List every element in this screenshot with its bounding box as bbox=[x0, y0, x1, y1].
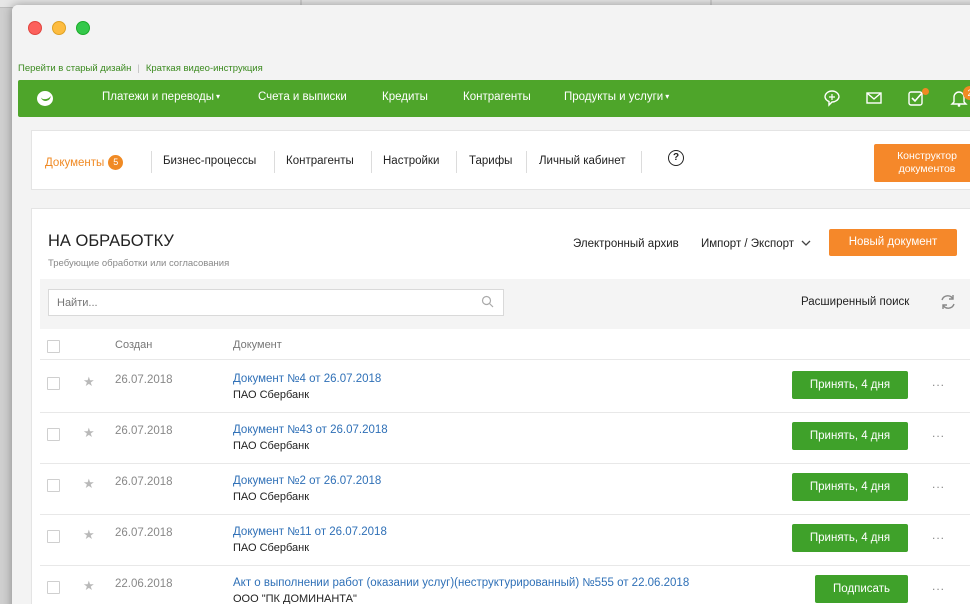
more-options-icon[interactable]: ... bbox=[932, 426, 945, 440]
chevron-down-icon: ▾ bbox=[215, 92, 220, 101]
more-options-icon[interactable]: ... bbox=[932, 579, 945, 593]
document-link[interactable]: Документ №11 от 26.07.2018 bbox=[233, 526, 387, 538]
old-design-link[interactable]: Перейти в старый дизайн bbox=[18, 63, 131, 74]
table-row[interactable]: ★ 26.07.2018 Документ №43 от 26.07.2018 … bbox=[32, 412, 970, 463]
browser-window: Перейти в старый дизайн | Краткая видео-ин… bbox=[12, 5, 970, 604]
main-navbar: Платежи и переводы ▾ Счета и выписки Кред… bbox=[18, 80, 970, 117]
nav-accounts[interactable]: Счета и выписки bbox=[258, 91, 347, 103]
header-divider bbox=[40, 359, 970, 360]
row-checkbox[interactable] bbox=[47, 530, 60, 543]
table-row[interactable]: ★ 22.06.2018 Акт о выполнении работ (ока… bbox=[32, 565, 970, 604]
tab-counterparties[interactable]: Контрагенты bbox=[286, 155, 354, 167]
import-export-label: Импорт / Экспорт bbox=[701, 238, 794, 250]
tab-documents-label: Документы bbox=[45, 157, 105, 169]
tab-tariffs[interactable]: Тарифы bbox=[469, 155, 512, 167]
accept-button[interactable]: Принять, 4 дня bbox=[792, 371, 908, 399]
table-row[interactable]: ★ 26.07.2018 Документ №4 от 26.07.2018 П… bbox=[32, 361, 970, 412]
star-icon[interactable]: ★ bbox=[83, 374, 95, 390]
row-organization: ПАО Сбербанк bbox=[233, 542, 310, 554]
accept-button[interactable]: Принять, 4 дня bbox=[792, 524, 908, 552]
sberbank-logo-icon[interactable] bbox=[37, 91, 53, 106]
mail-icon[interactable] bbox=[864, 88, 884, 108]
new-document-button[interactable]: Новый документ bbox=[829, 229, 957, 256]
table-row[interactable]: ★ 26.07.2018 Документ №11 от 26.07.2018 … bbox=[32, 514, 970, 565]
row-checkbox[interactable] bbox=[47, 428, 60, 441]
star-icon[interactable]: ★ bbox=[83, 578, 95, 594]
minimize-window-button[interactable] bbox=[52, 21, 66, 35]
chevron-down-icon: ▾ bbox=[665, 92, 670, 101]
chevron-down-icon bbox=[801, 240, 811, 246]
star-icon[interactable]: ★ bbox=[83, 476, 95, 492]
notifications-badge: 2 bbox=[963, 86, 970, 100]
document-constructor-button[interactable]: Конструктор документов bbox=[874, 144, 970, 182]
sign-button[interactable]: Подписать bbox=[815, 575, 908, 603]
nav-payments[interactable]: Платежи и переводы ▾ bbox=[102, 91, 220, 103]
accept-button[interactable]: Принять, 4 дня bbox=[792, 422, 908, 450]
tab-settings[interactable]: Настройки bbox=[383, 155, 439, 167]
row-date: 26.07.2018 bbox=[115, 476, 173, 488]
help-chat-icon[interactable] bbox=[822, 88, 842, 108]
select-all-checkbox[interactable] bbox=[47, 340, 60, 353]
more-options-icon[interactable]: ... bbox=[932, 528, 945, 542]
advanced-search-link[interactable]: Расширенный поиск bbox=[801, 296, 909, 308]
search-bar: Расширенный поиск bbox=[40, 279, 970, 329]
documents-tabs-bar: Документы 5 Бизнес-процессы Контрагенты Н… bbox=[31, 130, 970, 190]
row-organization: ПАО Сбербанк bbox=[233, 389, 310, 401]
nav-payments-label: Платежи и переводы bbox=[102, 91, 214, 103]
close-window-button[interactable] bbox=[28, 21, 42, 35]
search-icon[interactable] bbox=[481, 295, 494, 308]
row-organization: ООО "ПК ДОМИНАНТА" bbox=[233, 593, 357, 604]
nav-products-label: Продукты и услуги bbox=[564, 91, 664, 103]
column-header-document[interactable]: Документ bbox=[233, 339, 282, 351]
nav-counterparties[interactable]: Контрагенты bbox=[463, 91, 531, 103]
tab-documents[interactable]: Документы 5 bbox=[45, 155, 124, 170]
nav-products[interactable]: Продукты и услуги ▾ bbox=[564, 91, 669, 103]
tab-business-processes[interactable]: Бизнес-процессы bbox=[163, 155, 256, 167]
table-row[interactable]: ★ 26.07.2018 Документ №2 от 26.07.2018 П… bbox=[32, 463, 970, 514]
page-title: НА ОБРАБОТКУ bbox=[48, 232, 174, 250]
accept-button[interactable]: Принять, 4 дня bbox=[792, 473, 908, 501]
processing-panel: НА ОБРАБОТКУ Требующие обработки или сог… bbox=[31, 208, 970, 604]
top-links: Перейти в старый дизайн | Краткая видео-ин… bbox=[18, 63, 263, 74]
more-options-icon[interactable]: ... bbox=[932, 375, 945, 389]
nav-credits[interactable]: Кредиты bbox=[382, 91, 428, 103]
documents-count-badge: 5 bbox=[108, 155, 124, 170]
star-icon[interactable]: ★ bbox=[83, 527, 95, 543]
row-checkbox[interactable] bbox=[47, 581, 60, 594]
row-organization: ПАО Сбербанк bbox=[233, 491, 310, 503]
row-organization: ПАО Сбербанк bbox=[233, 440, 310, 452]
import-export-dropdown[interactable]: Импорт / Экспорт bbox=[701, 238, 811, 250]
document-link[interactable]: Документ №2 от 26.07.2018 bbox=[233, 475, 381, 487]
row-checkbox[interactable] bbox=[47, 479, 60, 492]
window-titlebar bbox=[12, 5, 970, 53]
row-date: 26.07.2018 bbox=[115, 527, 173, 539]
link-separator: | bbox=[137, 63, 140, 74]
electronic-archive-link[interactable]: Электронный архив bbox=[573, 238, 679, 250]
search-input[interactable] bbox=[48, 289, 504, 316]
row-date: 22.06.2018 bbox=[115, 578, 173, 590]
tab-personal-cabinet[interactable]: Личный кабинет bbox=[539, 155, 626, 167]
document-link[interactable]: Акт о выполнении работ (оказании услуг)(… bbox=[233, 577, 689, 589]
more-options-icon[interactable]: ... bbox=[932, 477, 945, 491]
video-instruction-link[interactable]: Краткая видео-инструкция bbox=[146, 63, 263, 74]
document-link[interactable]: Документ №4 от 26.07.2018 bbox=[233, 373, 381, 385]
tab-divider bbox=[151, 151, 152, 173]
refresh-icon[interactable] bbox=[937, 291, 959, 313]
row-date: 26.07.2018 bbox=[115, 374, 173, 386]
tasks-indicator-dot bbox=[922, 88, 929, 95]
help-icon[interactable]: ? bbox=[668, 150, 684, 166]
tab-divider bbox=[274, 151, 275, 173]
tab-divider bbox=[526, 151, 527, 173]
star-icon[interactable]: ★ bbox=[83, 425, 95, 441]
page: Перейти в старый дизайн | Краткая видео-ин… bbox=[12, 53, 970, 604]
tab-divider bbox=[641, 151, 642, 173]
page-subtitle: Требующие обработки или согласования bbox=[48, 258, 230, 269]
maximize-window-button[interactable] bbox=[76, 21, 90, 35]
row-date: 26.07.2018 bbox=[115, 425, 173, 437]
document-link[interactable]: Документ №43 от 26.07.2018 bbox=[233, 424, 388, 436]
column-header-created[interactable]: Создан bbox=[115, 339, 152, 351]
row-checkbox[interactable] bbox=[47, 377, 60, 390]
tab-divider bbox=[456, 151, 457, 173]
tab-divider bbox=[371, 151, 372, 173]
